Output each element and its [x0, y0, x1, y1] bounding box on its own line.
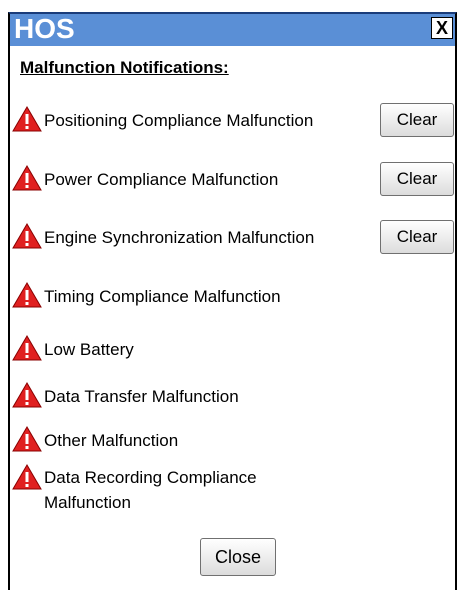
section-heading: Malfunction Notifications: — [20, 58, 229, 77]
window-title: HOS — [14, 13, 75, 44]
warning-icon — [12, 382, 42, 408]
notification-row-low-battery: Low Battery — [12, 329, 455, 369]
warning-icon — [12, 335, 42, 361]
notification-row-positioning: Positioning Compliance Malfunction Clear — [12, 100, 455, 140]
notification-row-data-transfer: Data Transfer Malfunction — [12, 376, 455, 416]
notification-label: Engine Synchronization Malfunction — [44, 228, 315, 247]
warning-icon — [12, 223, 42, 249]
notification-label: Timing Compliance Malfunction — [44, 287, 281, 306]
warning-icon — [12, 165, 42, 191]
clear-engine-sync-button[interactable]: Clear — [380, 220, 454, 254]
notification-label: Power Compliance Malfunction — [44, 170, 279, 189]
notification-label: Low Battery — [44, 340, 134, 359]
close-button[interactable]: Close — [200, 538, 276, 576]
warning-icon — [12, 106, 42, 132]
hos-window: HOS X Malfunction Notifications: Positio… — [8, 12, 457, 590]
warning-icon — [12, 464, 42, 490]
notification-row-timing: Timing Compliance Malfunction — [12, 276, 455, 316]
notification-label: Other Malfunction — [44, 431, 179, 450]
notification-row-power: Power Compliance Malfunction Clear — [12, 159, 455, 199]
warning-icon — [12, 426, 42, 452]
clear-power-button[interactable]: Clear — [380, 162, 454, 196]
notification-label: Positioning Compliance Malfunction — [44, 111, 314, 130]
warning-icon — [12, 282, 42, 308]
clear-positioning-button[interactable]: Clear — [380, 103, 454, 137]
notification-row-engine-sync: Engine Synchronization Malfunction Clear — [12, 217, 455, 257]
notification-label: Data Recording Compliance Malfunction — [44, 468, 257, 512]
close-window-button[interactable]: X — [431, 17, 453, 39]
notification-row-other: Other Malfunction — [12, 420, 455, 460]
notification-row-data-recording: Data Recording Compliance Malfunction — [12, 464, 455, 524]
notification-label: Data Transfer Malfunction — [44, 387, 239, 406]
title-bar: HOS X — [10, 13, 455, 46]
